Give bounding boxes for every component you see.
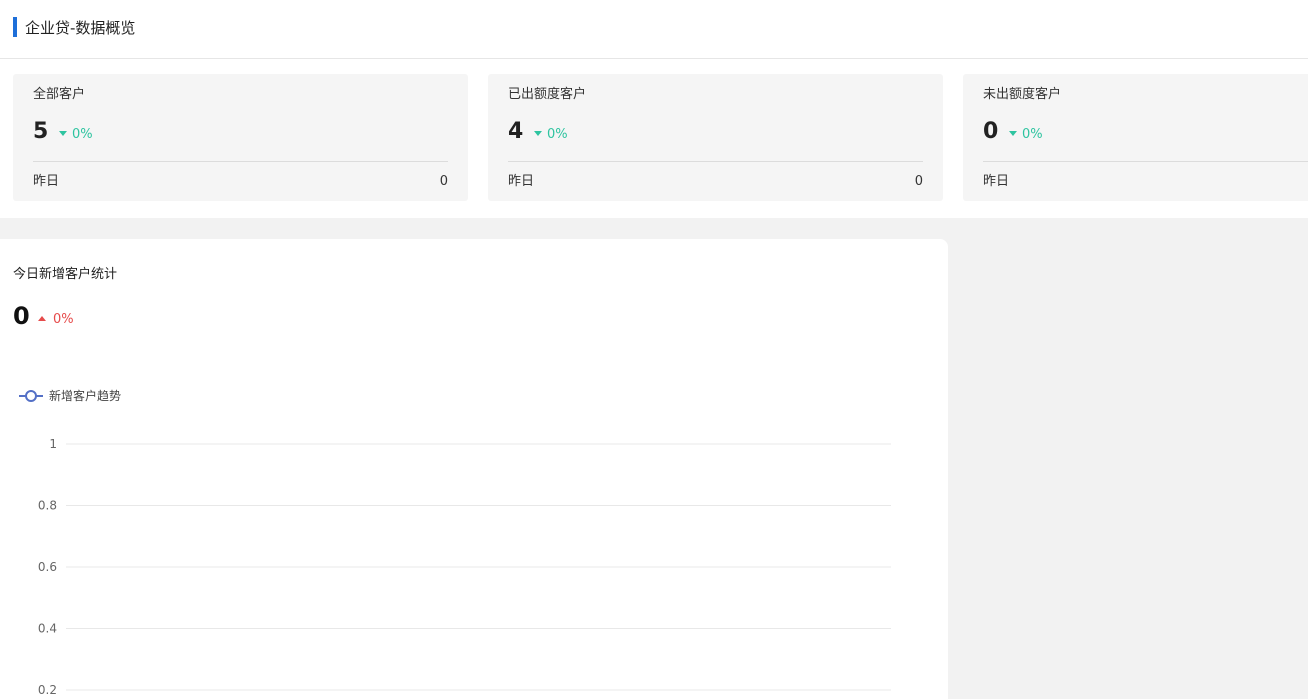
stats-row: 全部客户 5 0% 昨日 0 已出额度客户 4 0% 昨日 0 未出额度客户 0… xyxy=(0,59,1308,218)
chart-grid: 1 0.8 0.6 0.4 0.2 xyxy=(38,437,891,697)
divider xyxy=(33,161,448,162)
panel-title: 今日新增客户统计 xyxy=(13,267,118,282)
title-accent-bar xyxy=(13,17,17,37)
yesterday-value: 0 xyxy=(914,174,923,189)
page-title: 企业贷-数据概览 xyxy=(25,19,136,37)
y-tick-label: 0.6 xyxy=(38,560,57,574)
stat-change: 0% xyxy=(1022,127,1043,142)
stat-change: 0% xyxy=(72,127,93,142)
divider xyxy=(983,161,1308,162)
y-tick-label: 1 xyxy=(49,437,57,451)
stat-value: 0 xyxy=(983,119,999,144)
stat-card-uncredited-customers: 未出额度客户 0 0% 昨日 xyxy=(963,74,1308,201)
y-tick-label: 0.2 xyxy=(38,683,57,697)
stat-trend: 0% xyxy=(534,126,568,144)
y-tick-label: 0.4 xyxy=(38,622,57,636)
page-header: 企业贷-数据概览 xyxy=(0,0,1308,59)
trend-down-icon xyxy=(1009,131,1017,136)
trend-chart: 新增客户趋势 1 0.8 0.6 0.4 0.2 xyxy=(19,388,891,697)
stat-label: 未出额度客户 xyxy=(983,87,1062,102)
trend-down-icon xyxy=(534,131,542,136)
stat-card-credited-customers: 已出额度客户 4 0% 昨日 0 xyxy=(488,74,943,201)
yesterday-label: 昨日 xyxy=(33,174,60,189)
yesterday-label: 昨日 xyxy=(508,174,535,189)
stat-value: 5 xyxy=(33,119,49,144)
legend-marker-icon xyxy=(25,390,37,402)
yesterday-label: 昨日 xyxy=(983,174,1010,189)
legend-label: 新增客户趋势 xyxy=(49,388,121,403)
new-customers-panel: 今日新增客户统计 0 0% 新增客户趋势 1 0.8 0.6 0.4 0.2 xyxy=(0,239,948,699)
stat-trend: 0% xyxy=(59,126,93,144)
panel-trend: 0% xyxy=(38,311,74,329)
yesterday-value: 0 xyxy=(439,174,448,189)
divider xyxy=(508,161,923,162)
panel-change: 0% xyxy=(53,312,74,327)
panel-value: 0 xyxy=(13,302,30,330)
stat-trend: 0% xyxy=(1009,126,1043,144)
stat-label: 已出额度客户 xyxy=(508,87,587,102)
stat-change: 0% xyxy=(547,127,568,142)
trend-down-icon xyxy=(59,131,67,136)
stat-value: 4 xyxy=(508,119,524,144)
stat-card-all-customers: 全部客户 5 0% 昨日 0 xyxy=(13,74,468,201)
trend-up-icon xyxy=(38,316,46,321)
stat-label: 全部客户 xyxy=(33,87,86,102)
chart-legend[interactable]: 新增客户趋势 xyxy=(19,388,121,403)
y-tick-label: 0.8 xyxy=(38,499,57,513)
